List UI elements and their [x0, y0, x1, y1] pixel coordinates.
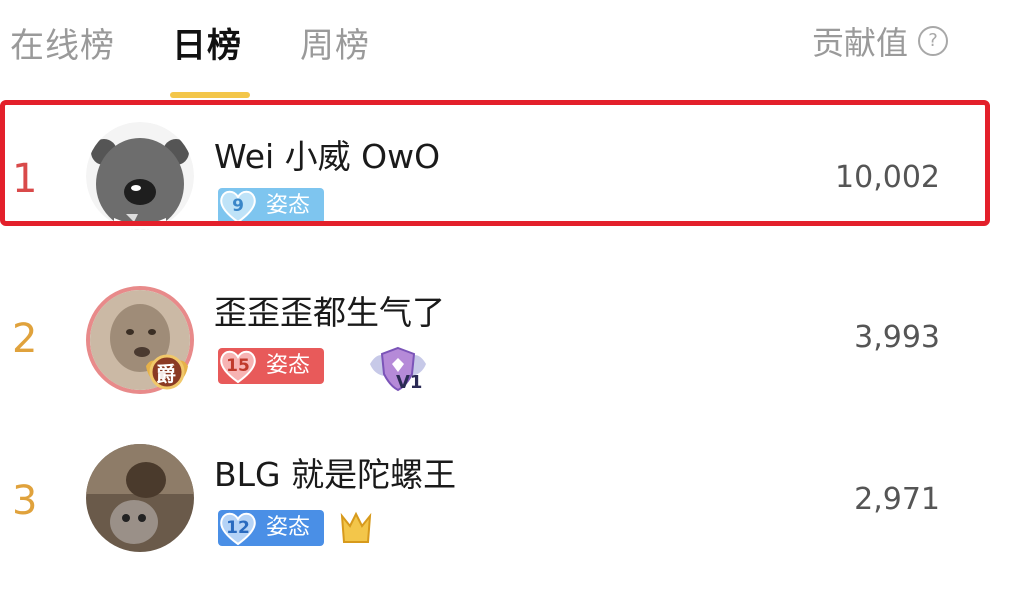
contribution-label: 贡献值: [811, 24, 908, 62]
vip-shield-icon: V1: [366, 342, 430, 396]
tab-daily[interactable]: 日榜: [172, 18, 242, 67]
title-medal-icon: 爵: [142, 346, 192, 394]
active-tab-indicator: [170, 92, 250, 98]
leaderboard-row-3[interactable]: 3 BLG 就是陀螺王 12 姿态 2,971: [0, 432, 1020, 562]
tab-online[interactable]: 在线榜: [10, 18, 115, 67]
contribution-score: 3,993: [854, 320, 940, 355]
badge-level: 12: [226, 518, 250, 538]
leaderboard-row-2[interactable]: 2 爵 歪歪歪都生气了 15 姿态 V1 3,993: [0, 270, 1020, 400]
heart-icon: 12: [218, 510, 258, 546]
yellow-crown-icon: [338, 510, 374, 550]
badge-label: 姿态: [266, 353, 311, 378]
fan-badge: 12 姿态: [218, 510, 325, 546]
tab-weekly[interactable]: 周榜: [300, 18, 370, 67]
contribution-score: 2,971: [854, 482, 940, 517]
badge-label: 姿态: [266, 515, 311, 540]
ranking-tabs: 在线榜 日榜 周榜 贡献值 ?: [0, 0, 1020, 100]
contribution-header[interactable]: 贡献值 ?: [812, 18, 948, 64]
badge-level: 15: [226, 356, 250, 376]
heart-icon: 15: [218, 348, 258, 384]
rank-number: 2: [12, 316, 38, 362]
avatar[interactable]: [86, 444, 194, 552]
question-circle-icon[interactable]: ?: [918, 26, 948, 56]
user-name: 歪歪歪都生气了: [214, 293, 445, 332]
rank-number: 3: [12, 478, 38, 524]
medal-text: 爵: [156, 362, 176, 386]
highlight-box: [0, 100, 990, 226]
user-name: BLG 就是陀螺王: [214, 455, 457, 494]
fan-badge: 15 姿态: [218, 348, 325, 384]
vip-level: V1: [396, 372, 423, 393]
